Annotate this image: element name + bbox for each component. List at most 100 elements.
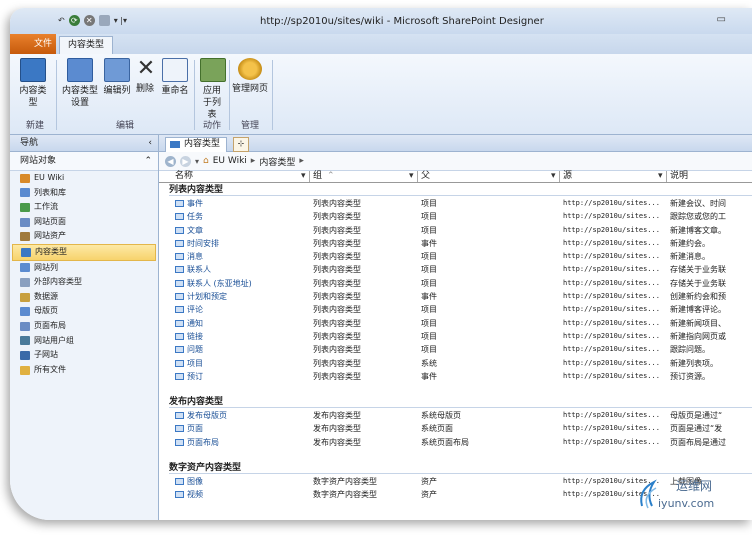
table-row[interactable]: 页面 发布内容类型 系统页面 http://sp2010u/sites... 页面是通过… [159, 422, 752, 435]
source-dropdown-icon[interactable]: ▾ [658, 171, 663, 182]
site-object-icon [20, 307, 30, 317]
group-dropdown-icon[interactable]: ▾ [409, 171, 414, 182]
site-objects-list: EU Wiki 列表和库 工作流 网站页面 网站资产 内容类型 网站列 外部内容类型 数据源 母版… [10, 171, 158, 377]
delete-button[interactable]: ✕ 删除 [134, 58, 156, 95]
sidebar-item[interactable]: 外部内容类型 [10, 275, 158, 290]
sidebar-item[interactable]: 工作流 [10, 200, 158, 215]
content-type-name[interactable]: 图像 [187, 475, 203, 488]
refresh-icon[interactable]: ⟳ [68, 15, 80, 26]
table-row[interactable]: 任务 列表内容类型 项目 http://sp2010u/sites... 跟踪您或您的工 [159, 210, 752, 223]
table-row[interactable]: 联系人 列表内容类型 项目 http://sp2010u/sites... 存储关于业务… [159, 263, 752, 276]
breadcrumb-page[interactable]: 内容类型 [259, 155, 295, 168]
table-row[interactable]: 消息 列表内容类型 项目 http://sp2010u/sites... 新建消息。 [159, 250, 752, 263]
content-type-description: 跟踪您或您的工 [670, 212, 726, 222]
content-type-button[interactable]: 内容类型 [16, 58, 50, 109]
content-type-name[interactable]: 评论 [187, 303, 203, 316]
new-tab-button[interactable]: ⊹ [233, 137, 249, 152]
table-row[interactable]: 时间安排 列表内容类型 事件 http://sp2010u/sites... 新建约会。 [159, 237, 752, 250]
content-type-icon [175, 266, 184, 274]
col-parent-header[interactable]: 父 [421, 171, 430, 182]
table-row[interactable]: 评论 列表内容类型 项目 http://sp2010u/sites... 新建博客评论。 [159, 303, 752, 316]
customize-qat-icon[interactable]: ▾ |▾ [114, 15, 127, 26]
col-group-header[interactable]: 组 [313, 171, 322, 182]
sidebar-item[interactable]: 内容类型 [12, 243, 156, 261]
content-type-name[interactable]: 项目 [187, 357, 203, 370]
table-row[interactable]: 事件 列表内容类型 项目 http://sp2010u/sites... 新建会议、时间 [159, 197, 752, 210]
table-row[interactable]: 通知 列表内容类型 项目 http://sp2010u/sites... 新建新闻项目、 [159, 317, 752, 330]
history-dropdown-icon[interactable]: ▾ [195, 157, 199, 166]
forward-icon[interactable]: ▶ [180, 155, 191, 167]
table-row[interactable]: 链接 列表内容类型 项目 http://sp2010u/sites... 新建指向网页或 [159, 330, 752, 343]
col-name-header[interactable]: 名称 [175, 171, 193, 182]
table-row[interactable]: 预订 列表内容类型 事件 http://sp2010u/sites... 预订资源。 [159, 370, 752, 383]
content-type-name[interactable]: 预订 [187, 370, 203, 383]
sidebar-item[interactable]: 数据源 [10, 290, 158, 305]
edit-columns-button[interactable]: 编辑列 [102, 58, 132, 97]
content-type-name[interactable]: 问题 [187, 343, 203, 356]
content-type-name[interactable]: 联系人 [187, 263, 211, 276]
sidebar-item-label: 所有文件 [34, 364, 66, 374]
content-type-name[interactable]: 页面布局 [187, 436, 219, 449]
file-tab[interactable]: 文件 [10, 34, 56, 54]
content-type-name[interactable]: 页面 [187, 422, 203, 435]
watermark-url: iyunv.com [658, 497, 714, 510]
content-type-parent: 事件 [421, 371, 437, 381]
sidebar-item[interactable]: 网站用户组 [10, 334, 158, 349]
content-type-group: 列表内容类型 [313, 318, 361, 328]
chevron-up-icon[interactable]: ⌃ [144, 152, 152, 170]
back-icon[interactable]: ◀ [165, 155, 176, 167]
sort-dropdown-icon[interactable]: ▾ [301, 171, 306, 182]
sidebar-item[interactable]: 母版页 [10, 304, 158, 319]
tab-content-types-doc[interactable]: 内容类型 [165, 137, 228, 152]
sidebar-item[interactable]: 网站资产 [10, 229, 158, 244]
sidebar-item[interactable]: 网站列 [10, 261, 158, 276]
manage-web-button[interactable]: 管理网页 [232, 58, 268, 95]
sidebar-item[interactable]: 所有文件 [10, 363, 158, 378]
content-type-description: 新建新闻项目、 [670, 318, 726, 328]
preview-icon[interactable] [98, 15, 110, 26]
parent-dropdown-icon[interactable]: ▾ [551, 171, 556, 182]
content-type-name[interactable]: 任务 [187, 210, 203, 223]
content-type-settings-button[interactable]: 内容类型设置 [62, 58, 98, 109]
stop-icon[interactable]: ✕ [83, 15, 95, 26]
content-type-icon [175, 438, 184, 446]
edit-columns-icon [104, 58, 130, 82]
sidebar-item[interactable]: EU Wiki [10, 171, 158, 186]
app-window: ↶ ⟳ ✕ ▾ |▾ http://sp2010u/sites/wiki - M… [10, 8, 752, 520]
table-row[interactable]: 页面布局 发布内容类型 系统页面布局 http://sp2010u/sites... 页… [159, 436, 752, 449]
site-objects-header[interactable]: 网站对象 ⌃ [10, 152, 158, 171]
content-type-name[interactable]: 通知 [187, 317, 203, 330]
content-type-name[interactable]: 时间安排 [187, 237, 219, 250]
content-type-name[interactable]: 视频 [187, 488, 203, 501]
content-type-name[interactable]: 文章 [187, 224, 203, 237]
table-row[interactable]: 项目 列表内容类型 系统 http://sp2010u/sites... 新建列表项。 [159, 357, 752, 370]
collapse-chevron-icon[interactable]: ‹ [148, 135, 152, 151]
home-icon[interactable]: ⌂ [203, 156, 209, 166]
content-type-name[interactable]: 链接 [187, 330, 203, 343]
content-type-name[interactable]: 事件 [187, 197, 203, 210]
table-row[interactable]: 发布母版页 发布内容类型 系统母版页 http://sp2010u/sites... 母… [159, 409, 752, 422]
undo-icon[interactable]: ↶ [58, 15, 65, 26]
content-type-name[interactable]: 联系人 (东亚地址) [187, 277, 252, 290]
sidebar-item[interactable]: 网站页面 [10, 215, 158, 230]
sidebar-item[interactable]: 列表和库 [10, 186, 158, 201]
content-type-name[interactable]: 发布母版页 [187, 409, 227, 422]
content-type-icon [175, 332, 184, 340]
table-row[interactable]: 问题 列表内容类型 项目 http://sp2010u/sites... 跟踪问题。 [159, 343, 752, 356]
rename-button[interactable]: 重命名 [160, 58, 190, 97]
table-row[interactable]: 联系人 (东亚地址) 列表内容类型 项目 http://sp2010u/sites..… [159, 277, 752, 290]
minimize-button[interactable]: ▭ [717, 14, 726, 25]
content-type-name[interactable]: 消息 [187, 250, 203, 263]
breadcrumb-site[interactable]: EU Wiki [213, 156, 247, 166]
tab-content-types[interactable]: 内容类型 [59, 36, 114, 55]
apply-to-list-button[interactable]: 应用于列表 [200, 58, 226, 121]
sidebar-item[interactable]: 页面布局 [10, 319, 158, 334]
content-type-source: http://sp2010u/sites... [563, 371, 660, 380]
content-type-name[interactable]: 计划和预定 [187, 290, 227, 303]
sidebar-item[interactable]: 子网站 [10, 348, 158, 363]
table-row[interactable]: 文章 列表内容类型 项目 http://sp2010u/sites... 新建博客文章。 [159, 224, 752, 237]
content-type-group: 发布内容类型 [313, 424, 361, 434]
table-row[interactable]: 计划和预定 列表内容类型 事件 http://sp2010u/sites... 创建新约… [159, 290, 752, 303]
col-source-header[interactable]: 源 [563, 171, 572, 182]
col-description-header[interactable]: 说明 [670, 171, 688, 182]
